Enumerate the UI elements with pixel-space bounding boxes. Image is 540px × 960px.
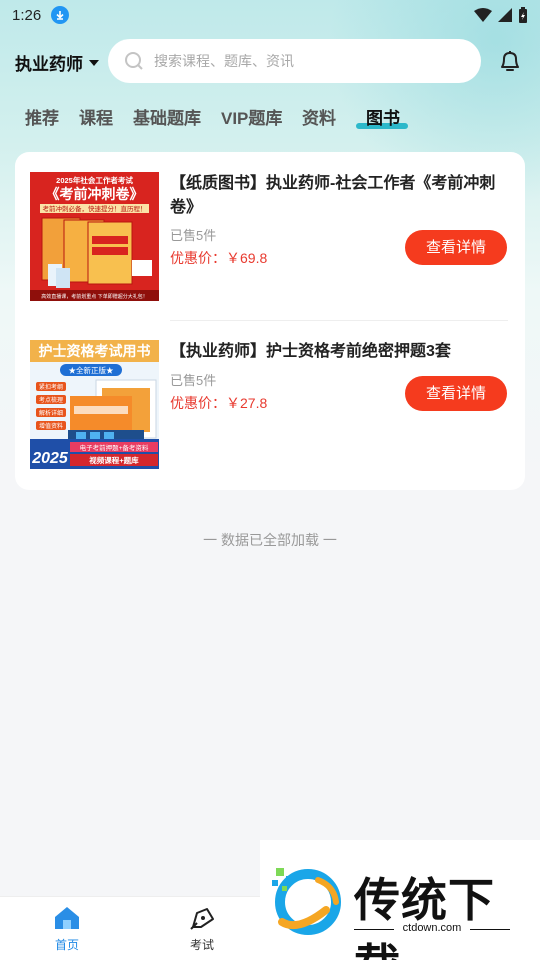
tab-recommend[interactable]: 推荐 <box>25 104 59 129</box>
tab-basic-question-bank[interactable]: 基础题库 <box>133 104 201 129</box>
end-of-list-note: 一 数据已全部加载 一 <box>203 532 337 548</box>
product-title[interactable]: 【执业药师】护士资格考前绝密押题3套 <box>170 340 510 364</box>
cover-headline: 护士资格考试用书 <box>39 343 151 360</box>
item-divider <box>170 320 508 321</box>
category-tabs: 推荐 课程 基础题库 VIP题库 资料 图书 <box>0 100 540 136</box>
status-icons <box>474 7 528 23</box>
watermark-url: ctdown.com <box>402 922 462 934</box>
watermark-divider <box>470 929 510 930</box>
watermark-emblem-icon <box>272 868 341 935</box>
cover-year-line: 2025年社会工作者考试 <box>56 175 133 185</box>
book-cover-image[interactable]: 2025年社会工作者考试 《考前冲刺卷》 考前冲刺必备，快速提分！直历程！ 高效… <box>30 172 159 301</box>
cover-footer-line2: 视频课程+题库 <box>89 455 139 465</box>
tab-books[interactable]: 图书 <box>366 104 400 129</box>
list-item[interactable]: 2025年社会工作者考试 《考前冲刺卷》 考前冲刺必备，快速提分！直历程！ 高效… <box>15 152 525 321</box>
top-header: 执业药师 搜索课程、题库、资讯 <box>0 38 540 84</box>
search-placeholder: 搜索课程、题库、资讯 <box>154 53 294 69</box>
status-time: 1:26 <box>12 6 42 24</box>
nav-home[interactable]: 首页 <box>32 905 102 953</box>
download-icon <box>51 6 70 24</box>
signal-icon <box>498 8 512 22</box>
tab-vip-question-bank[interactable]: VIP题库 <box>221 104 282 129</box>
nav-exam[interactable]: 考试 <box>167 905 237 953</box>
cover-book-name: 《考前冲刺卷》 <box>46 186 144 202</box>
nav-home-label: 首页 <box>54 938 79 952</box>
cover-badge: ★全新正版★ <box>69 365 114 375</box>
product-title[interactable]: 【纸质图书】执业药师-社会工作者《考前冲刺卷》 <box>170 172 510 220</box>
discount-price: 优惠价：￥69.8 <box>170 250 268 266</box>
discount-price: 优惠价：￥27.8 <box>170 395 268 411</box>
sold-count: 已售5件 <box>170 228 217 243</box>
cover-footer: 高效直播课，考前划重点 下单即赠超分大礼包！ <box>41 293 147 300</box>
search-bar[interactable]: 搜索课程、题库、资讯 <box>108 39 481 83</box>
cover-footer-line1: 电子考前押题+备考资料 <box>80 443 149 452</box>
cover-tag: 解析详细 <box>39 409 63 417</box>
home-icon <box>55 907 79 929</box>
tab-materials[interactable]: 资料 <box>302 104 336 129</box>
cover-slogan: 考前冲刺必备，快速提分！直历程！ <box>43 204 147 213</box>
city-label: 执业药师 <box>15 55 83 74</box>
watermark-title: 传统下载 <box>354 874 495 960</box>
cover-tag: 考点梳理 <box>39 396 63 404</box>
search-icon <box>125 52 143 70</box>
sold-count: 已售5件 <box>170 373 217 388</box>
product-list: 2025年社会工作者考试 《考前冲刺卷》 考前冲刺必备，快速提分！直历程！ 高效… <box>15 152 525 490</box>
nav-exam-label: 考试 <box>189 938 214 952</box>
cover-year: 2025 <box>31 450 69 467</box>
view-details-button[interactable]: 查看详情 <box>405 376 507 411</box>
bell-icon[interactable] <box>497 48 523 74</box>
caret-down-icon <box>89 59 99 66</box>
list-item[interactable]: 护士资格考试用书 ★全新正版★ 紧扣考纲 考点梳理 解析详细 增值资料 2025… <box>15 322 525 490</box>
view-details-button[interactable]: 查看详情 <box>405 230 507 265</box>
tab-courses[interactable]: 课程 <box>79 104 113 129</box>
book-cover-image[interactable]: 护士资格考试用书 ★全新正版★ 紧扣考纲 考点梳理 解析详细 增值资料 2025… <box>30 340 159 469</box>
cover-tag: 增值资料 <box>39 422 63 430</box>
city-selector[interactable]: 执业药师 <box>15 50 99 75</box>
status-bar: 1:26 <box>0 0 540 30</box>
pen-icon <box>190 908 214 930</box>
cover-tag: 紧扣考纲 <box>39 383 63 391</box>
watermark-logo: 传统下载 ctdown.com <box>260 840 540 960</box>
battery-icon <box>519 7 527 23</box>
wifi-icon <box>474 8 492 22</box>
